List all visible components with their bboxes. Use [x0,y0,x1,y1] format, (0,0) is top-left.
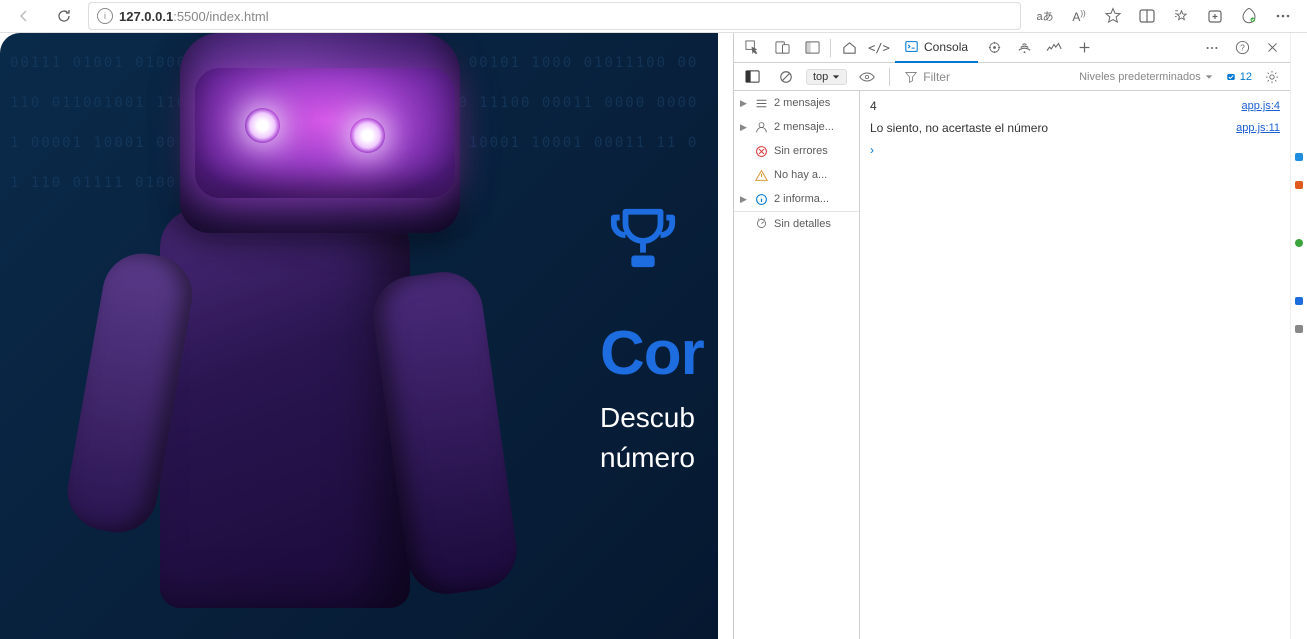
refresh-button[interactable] [48,2,80,30]
devtools-tabs: </> Consola ? [734,33,1290,63]
devtools-panel: </> Consola ? top Filter Niveles predete… [733,33,1290,639]
elements-tab[interactable]: </> [865,35,893,61]
context-selector[interactable]: top [806,69,847,85]
performance-icon[interactable] [1233,2,1265,30]
device-icon[interactable] [768,35,796,61]
console-log-row[interactable]: Lo siento, no acertaste el número app.js… [860,117,1290,139]
sidebar-messages[interactable]: ▶ 2 mensajes [734,91,859,115]
toolbar-right: aあ A)) [1029,2,1299,30]
add-tab-icon[interactable] [1070,35,1098,61]
console-output[interactable]: 4 app.js:4 Lo siento, no acertaste el nú… [860,91,1290,639]
performance-tab-icon[interactable] [1040,35,1068,61]
sidebar-user-messages[interactable]: ▶ 2 mensaje... [734,115,859,139]
welcome-tab[interactable] [835,35,863,61]
back-button[interactable] [8,2,40,30]
sources-tab-icon[interactable] [980,35,1008,61]
clear-console-icon[interactable] [772,64,800,90]
url-text: 127.0.0.1:5500/index.html [119,9,269,24]
console-log-row[interactable]: 4 app.js:4 [860,95,1290,117]
toggle-sidebar-icon[interactable] [738,64,766,90]
svg-text:?: ? [1240,42,1245,52]
text-size-icon[interactable]: A)) [1063,2,1095,30]
edge-sidebar [1290,33,1307,639]
browser-toolbar: i 127.0.0.1:5500/index.html aあ A)) [0,0,1307,33]
console-body: ▶ 2 mensajes ▶ 2 mensaje... Sin errores … [734,91,1290,639]
more-icon[interactable] [1267,2,1299,30]
filter-input[interactable]: Filter [898,69,1067,85]
dock-icon[interactable] [798,35,826,61]
issues-counter[interactable]: 12 [1225,71,1252,83]
trophy-icon [608,203,678,273]
source-link[interactable]: app.js:11 [1236,119,1280,137]
favorite-icon[interactable] [1097,2,1129,30]
devtools-more-icon[interactable] [1198,35,1226,61]
close-devtools-icon[interactable] [1258,35,1286,61]
console-tab[interactable]: Consola [895,33,978,63]
console-prompt[interactable]: › [860,139,1290,161]
split-screen-icon[interactable] [1131,2,1163,30]
network-tab-icon[interactable] [1010,35,1038,61]
sidebar-no-errors[interactable]: Sin errores [734,139,859,163]
log-levels-selector[interactable]: Niveles predeterminados [1073,71,1219,83]
address-bar[interactable]: i 127.0.0.1:5500/index.html [88,2,1021,30]
page-content: 00111 01001 0100010 10001 01110 00010 01… [0,33,718,639]
favorites-list-icon[interactable] [1165,2,1197,30]
page-subtitle: Descubnúmero [600,398,695,478]
console-toolbar: top Filter Niveles predeterminados 12 [734,63,1290,91]
inspect-icon[interactable] [738,35,766,61]
sidebar-no-warnings[interactable]: No hay a... [734,163,859,187]
sidebar-no-verbose[interactable]: Sin detalles [734,211,859,235]
help-icon[interactable]: ? [1228,35,1256,61]
source-link[interactable]: app.js:4 [1241,97,1280,115]
sidebar-info[interactable]: ▶ 2 informa... [734,187,859,211]
robot-illustration [30,33,550,639]
console-sidebar: ▶ 2 mensajes ▶ 2 mensaje... Sin errores … [734,91,860,639]
page-title: Cor [600,318,704,389]
console-settings-icon[interactable] [1258,64,1286,90]
live-expression-icon[interactable] [853,64,881,90]
read-aloud-icon[interactable]: aあ [1029,2,1061,30]
site-info-icon[interactable]: i [97,8,113,24]
collections-icon[interactable] [1199,2,1231,30]
